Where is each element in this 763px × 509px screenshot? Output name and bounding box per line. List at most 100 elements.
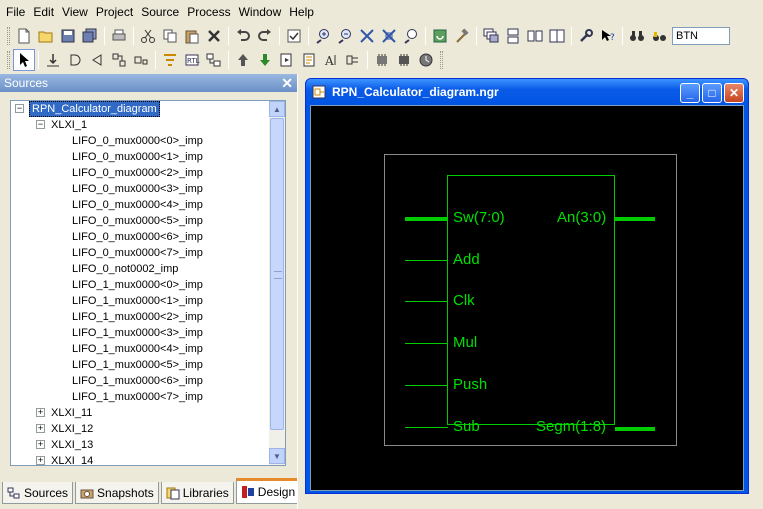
tree-row-instance[interactable]: LIFO_0_mux0000<7>_imp xyxy=(11,245,269,261)
split-window-icon[interactable] xyxy=(546,25,568,47)
source-tree[interactable]: − RPN_Calculator_diagram − XLXI_1 LIFO_0… xyxy=(10,100,286,466)
new-file-icon[interactable] xyxy=(13,25,35,47)
close-icon[interactable]: ✕ xyxy=(281,74,293,92)
tree-item-xlxi-13[interactable]: XLXI_13 xyxy=(49,437,95,453)
tree-item-instance[interactable]: LIFO_0_mux0000<7>_imp xyxy=(70,245,205,261)
tree-row-root[interactable]: − RPN_Calculator_diagram xyxy=(11,101,269,117)
tree-row-instance[interactable]: LIFO_1_mux0000<3>_imp xyxy=(11,325,269,341)
toolbar-grip[interactable] xyxy=(7,27,10,45)
tree-row-instance[interactable]: LIFO_1_mux0000<0>_imp xyxy=(11,277,269,293)
tree-item-instance[interactable]: LIFO_1_mux0000<5>_imp xyxy=(70,357,205,373)
collapse-icon[interactable]: − xyxy=(36,120,45,129)
buffer-icon[interactable] xyxy=(86,49,108,71)
maximize-button[interactable]: □ xyxy=(702,83,722,103)
tree-row-instance[interactable]: LIFO_0_mux0000<1>_imp xyxy=(11,149,269,165)
tree-scrollbar[interactable]: ▲ ▼ xyxy=(269,101,285,465)
check-icon[interactable] xyxy=(283,25,305,47)
minimize-button[interactable]: _ xyxy=(680,83,700,103)
tree-row-collapsed[interactable]: + XLXI_13 xyxy=(11,437,269,453)
tab-design[interactable]: Design xyxy=(235,478,301,504)
menu-file[interactable]: File xyxy=(2,0,29,24)
close-button[interactable]: ✕ xyxy=(724,83,744,103)
trace-icon[interactable] xyxy=(108,49,130,71)
print-icon[interactable] xyxy=(108,25,130,47)
zoom-fit-icon[interactable] xyxy=(356,25,378,47)
toolbar-grip[interactable] xyxy=(7,51,10,69)
save-all-icon[interactable] xyxy=(79,25,101,47)
tree-item-instance[interactable]: LIFO_1_mux0000<3>_imp xyxy=(70,325,205,341)
scrollbar-thumb[interactable] xyxy=(270,118,284,430)
clock-icon[interactable] xyxy=(415,49,437,71)
tree-item-instance[interactable]: LIFO_1_mux0000<4>_imp xyxy=(70,341,205,357)
tree-item-instance[interactable]: LIFO_0_not0002_imp xyxy=(70,261,180,277)
tree-item-instance[interactable]: LIFO_1_mux0000<6>_imp xyxy=(70,373,205,389)
select-pointer-icon[interactable] xyxy=(13,49,35,71)
tab-libraries[interactable]: Libraries xyxy=(160,482,234,504)
binoculars-icon[interactable] xyxy=(626,25,648,47)
next-page-icon[interactable] xyxy=(276,49,298,71)
menu-window[interactable]: Window xyxy=(235,0,286,24)
expand-icon[interactable]: + xyxy=(36,440,45,449)
bus-icon[interactable]: RTL xyxy=(181,49,203,71)
text-tool-icon[interactable]: A xyxy=(320,49,342,71)
tree-row-collapsed[interactable]: + XLXI_11 xyxy=(11,405,269,421)
tab-snapshots[interactable]: Snapshots xyxy=(75,482,159,504)
hammer-icon[interactable] xyxy=(451,25,473,47)
tree-item-instance[interactable]: LIFO_1_mux0000<1>_imp xyxy=(70,293,205,309)
zoom-select-icon[interactable] xyxy=(400,25,422,47)
tree-item-xlxi-14[interactable]: XLXI_14 xyxy=(49,453,95,465)
tree-row-instance[interactable]: LIFO_1_mux0000<5>_imp xyxy=(11,357,269,373)
expand-icon[interactable]: + xyxy=(36,408,45,417)
paste-icon[interactable] xyxy=(181,25,203,47)
tree-row-instance[interactable]: LIFO_0_mux0000<2>_imp xyxy=(11,165,269,181)
menu-source[interactable]: Source xyxy=(137,0,183,24)
zoom-out-icon[interactable] xyxy=(334,25,356,47)
push-into-icon[interactable] xyxy=(42,49,64,71)
pin-list-icon[interactable] xyxy=(342,49,364,71)
collapse-icon[interactable]: − xyxy=(15,104,24,113)
tree-row-instance[interactable]: LIFO_0_mux0000<3>_imp xyxy=(11,181,269,197)
tree-row-child[interactable]: − XLXI_1 xyxy=(11,117,269,133)
cascade-windows-icon[interactable] xyxy=(480,25,502,47)
tab-sources[interactable]: Sources xyxy=(2,482,74,504)
schematic-canvas[interactable]: Sw(7:0) Add Clk Mul Push Sub An(3:0) Seg… xyxy=(310,105,744,491)
tree-item-instance[interactable]: LIFO_0_mux0000<5>_imp xyxy=(70,213,205,229)
undo-icon[interactable] xyxy=(232,25,254,47)
tree-row-instance[interactable]: LIFO_0_mux0000<4>_imp xyxy=(11,197,269,213)
menu-process[interactable]: Process xyxy=(183,0,234,24)
save-icon[interactable] xyxy=(57,25,79,47)
tree-row-instance[interactable]: LIFO_1_mux0000<2>_imp xyxy=(11,309,269,325)
menu-project[interactable]: Project xyxy=(92,0,137,24)
tree-item-instance[interactable]: LIFO_1_mux0000<0>_imp xyxy=(70,277,205,293)
hierarchy-icon[interactable] xyxy=(203,49,225,71)
panel-splitter[interactable] xyxy=(297,74,303,509)
find-next-icon[interactable] xyxy=(648,25,670,47)
wrench-icon[interactable] xyxy=(575,25,597,47)
tree-row-instance[interactable]: LIFO_0_mux0000<6>_imp xyxy=(11,229,269,245)
expand-icon[interactable]: + xyxy=(36,424,45,433)
tree-item-instance[interactable]: LIFO_0_mux0000<4>_imp xyxy=(70,197,205,213)
tree-row-instance[interactable]: LIFO_0_mux0000<5>_imp xyxy=(11,213,269,229)
tree-item-instance[interactable]: LIFO_0_mux0000<2>_imp xyxy=(70,165,205,181)
menu-view[interactable]: View xyxy=(58,0,92,24)
scroll-up-icon[interactable]: ▲ xyxy=(269,101,285,117)
tree-item-instance[interactable]: LIFO_1_mux0000<7>_imp xyxy=(70,389,205,405)
tree-item-instance[interactable]: LIFO_0_mux0000<6>_imp xyxy=(70,229,205,245)
expand-icon[interactable]: + xyxy=(36,456,45,465)
tree-row-collapsed[interactable]: + XLXI_12 xyxy=(11,421,269,437)
arrow-down-icon[interactable] xyxy=(254,49,276,71)
zoom-full-icon[interactable] xyxy=(378,25,400,47)
menu-edit[interactable]: Edit xyxy=(29,0,58,24)
zoom-in-icon[interactable] xyxy=(312,25,334,47)
help-pointer-icon[interactable]: ? xyxy=(597,25,619,47)
refresh-icon[interactable] xyxy=(429,25,451,47)
tree-row-instance[interactable]: LIFO_1_mux0000<6>_imp xyxy=(11,373,269,389)
tree-item-xlxi-11[interactable]: XLXI_11 xyxy=(49,405,94,421)
open-folder-icon[interactable] xyxy=(35,25,57,47)
expand-icon[interactable] xyxy=(130,49,152,71)
redo-icon[interactable] xyxy=(254,25,276,47)
chip-icon[interactable] xyxy=(371,49,393,71)
tree-item-instance[interactable]: LIFO_0_mux0000<3>_imp xyxy=(70,181,205,197)
gate-icon[interactable] xyxy=(64,49,86,71)
document-icon[interactable] xyxy=(298,49,320,71)
